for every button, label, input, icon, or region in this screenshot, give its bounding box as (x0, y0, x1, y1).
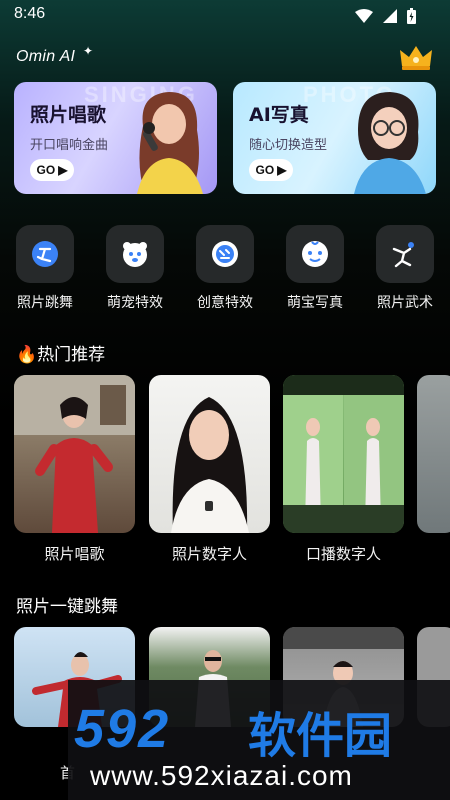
portrait-illustration (354, 92, 426, 194)
quick-action-pet-effects[interactable]: 萌宠特效 (100, 225, 170, 312)
status-icons (355, 8, 416, 24)
section-photo-one-click-dance: 照片一键跳舞 (16, 597, 118, 617)
quick-action-label: 萌宠特效 (107, 295, 163, 311)
quick-action-label: 照片武术 (377, 295, 433, 311)
watermark-overlay: 592 软件园 www.592xiazai.com (68, 680, 450, 800)
card-label: 首 (14, 762, 75, 783)
go-label: GO (255, 163, 275, 177)
creative-icon (196, 225, 254, 283)
card-thumbnail (14, 375, 135, 533)
quick-action-label: 照片跳舞 (17, 295, 73, 311)
banner-photo-singing[interactable]: SINGING 照片唱歌 开口唱响金曲 GO ▶ (14, 82, 217, 194)
quick-action-baby-portrait[interactable]: 萌宝写真 (280, 225, 350, 312)
dance-icon (16, 225, 74, 283)
quick-action-photo-martial-arts[interactable]: 照片武术 (370, 225, 440, 312)
sparkle-icon: ✦ (83, 44, 94, 58)
quick-action-photo-dance[interactable]: 照片跳舞 (10, 225, 80, 312)
signal-icon (383, 9, 397, 23)
section-title: 热门推荐 (37, 345, 106, 365)
singer-illustration (137, 92, 203, 194)
pet-icon (106, 225, 164, 283)
battery-icon (407, 8, 416, 24)
card-label: 口播数字人 (305, 545, 381, 563)
watermark-url: www.592xiazai.com (90, 760, 353, 791)
banner-subtitle: 开口唱响金曲 (30, 138, 109, 153)
app-header: Omin AI ✦ (0, 40, 450, 76)
status-time: 8:46 (14, 5, 46, 22)
banner-title: 照片唱歌 (30, 104, 107, 126)
crown-icon[interactable] (398, 42, 434, 72)
status-bar: 8:46 (0, 0, 450, 32)
card-label: 照片唱歌 (44, 545, 105, 563)
banner-subtitle: 随心切换造型 (249, 138, 328, 153)
watermark-name: 软件园 (248, 708, 393, 764)
hot-card-photo-digital-human[interactable] (149, 375, 270, 533)
card-thumbnail (171, 397, 249, 533)
go-label: GO (36, 163, 56, 177)
quick-actions: 照片跳舞 萌宠特效 创意特效 萌宝写真 照片武术 (0, 225, 450, 315)
hot-card-partial[interactable] (417, 375, 450, 533)
app-brand: Omin AI (16, 48, 76, 65)
section-hot-recommend: 🔥热门推荐 (16, 340, 105, 365)
quick-action-label: 创意特效 (197, 295, 253, 311)
baby-icon (286, 225, 344, 283)
hot-card-photo-singing[interactable] (14, 375, 135, 533)
card-label: 照片数字人 (171, 545, 247, 563)
go-button[interactable]: GO ▶ (30, 159, 74, 181)
watermark-logo: 592 (74, 699, 171, 759)
wifi-icon (355, 9, 373, 23)
quick-action-label: 萌宝写真 (287, 295, 343, 311)
play-icon: ▶ (277, 163, 287, 177)
banner-ai-portrait[interactable]: PHOTO AI写真 随心切换造型 GO ▶ (233, 82, 436, 194)
banner-title: AI写真 (249, 104, 309, 126)
hot-card-voice-digital-human[interactable] (283, 375, 404, 533)
card-thumbnail (283, 375, 404, 533)
fire-icon: 🔥 (16, 345, 38, 365)
play-icon: ▶ (58, 163, 68, 177)
martial-arts-icon (376, 225, 434, 283)
go-button[interactable]: GO ▶ (249, 159, 293, 181)
quick-action-creative-effects[interactable]: 创意特效 (190, 225, 260, 312)
